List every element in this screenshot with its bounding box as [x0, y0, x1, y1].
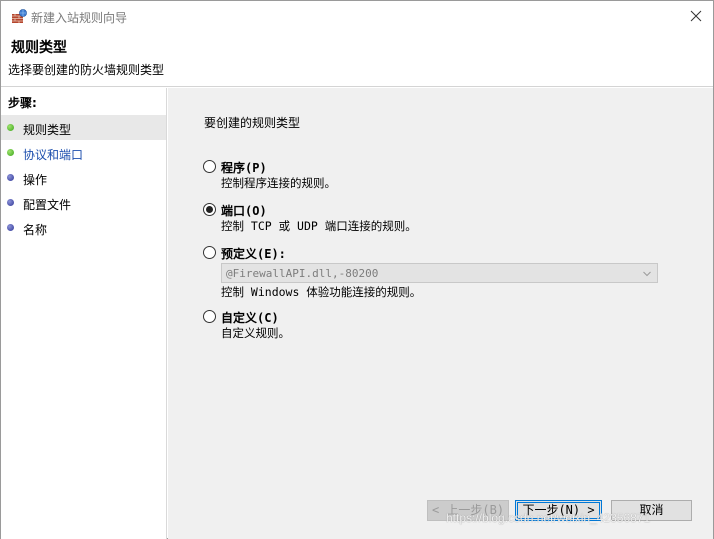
page-title: 规则类型 — [11, 40, 67, 56]
firewall-app-icon — [12, 9, 27, 23]
step-label: 操作 — [23, 173, 48, 187]
step-label[interactable]: 协议和端口 — [23, 146, 83, 163]
step-item-rule-type: 规则类型 — [1, 115, 166, 140]
window-title: 新建入站规则向导 — [31, 11, 128, 25]
step-label: 规则类型 — [23, 123, 72, 137]
main-panel: 要创建的规则类型 程序(P) 控制程序连接的规则。 端口(O) 控制 TCP 或… — [168, 88, 713, 539]
close-icon — [690, 10, 702, 22]
program-description: 控制程序连接的规则。 — [221, 176, 336, 190]
step-item-name: 名称 — [1, 215, 166, 240]
steps-list: 规则类型 协议和端口 操作 配置文件 名称 — [1, 115, 166, 240]
port-radio[interactable] — [203, 203, 216, 216]
step-status-icon — [7, 224, 14, 231]
program-radio[interactable] — [203, 160, 216, 173]
close-button[interactable] — [679, 1, 713, 31]
rule-type-question: 要创建的规则类型 — [204, 116, 301, 130]
port-description: 控制 TCP 或 UDP 端口连接的规则。 — [221, 219, 417, 233]
wizard-header: 规则类型 选择要创建的防火墙规则类型 — [1, 31, 713, 87]
step-status-icon — [7, 124, 14, 131]
step-item-profile: 配置文件 — [1, 190, 166, 215]
title-bar: 新建入站规则向导 — [1, 1, 713, 31]
port-label[interactable]: 端口(O) — [221, 202, 267, 219]
step-label: 名称 — [23, 223, 48, 237]
program-label[interactable]: 程序(P) — [221, 159, 267, 176]
step-label: 配置文件 — [23, 198, 72, 212]
steps-heading: 步骤: — [8, 96, 37, 110]
step-item-action: 操作 — [1, 165, 166, 190]
custom-description: 自定义规则。 — [221, 326, 290, 340]
step-status-icon — [7, 174, 14, 181]
watermark: https://blog.csdn.net/weixin_42356871 — [446, 511, 651, 525]
step-status-icon — [7, 149, 14, 156]
step-item-protocol-port[interactable]: 协议和端口 — [1, 140, 166, 165]
step-status-icon — [7, 199, 14, 206]
predefined-dropdown-value: @FirewallAPI.dll,-80200 — [226, 267, 379, 280]
custom-label[interactable]: 自定义(C) — [221, 309, 279, 326]
predefined-dropdown[interactable]: @FirewallAPI.dll,-80200 — [221, 263, 658, 283]
steps-panel: 步骤: 规则类型 协议和端口 操作 配置文件 名称 — [1, 88, 167, 539]
custom-radio[interactable] — [203, 310, 216, 323]
predefined-radio[interactable] — [203, 246, 216, 259]
page-subtitle: 选择要创建的防火墙规则类型 — [8, 63, 165, 77]
predefined-label[interactable]: 预定义(E): — [221, 245, 286, 262]
predefined-description: 控制 Windows 体验功能连接的规则。 — [221, 285, 422, 299]
wizard-window: 新建入站规则向导 规则类型 选择要创建的防火墙规则类型 步骤: 规则类型 协议和… — [0, 0, 714, 539]
chevron-down-icon — [643, 271, 651, 277]
